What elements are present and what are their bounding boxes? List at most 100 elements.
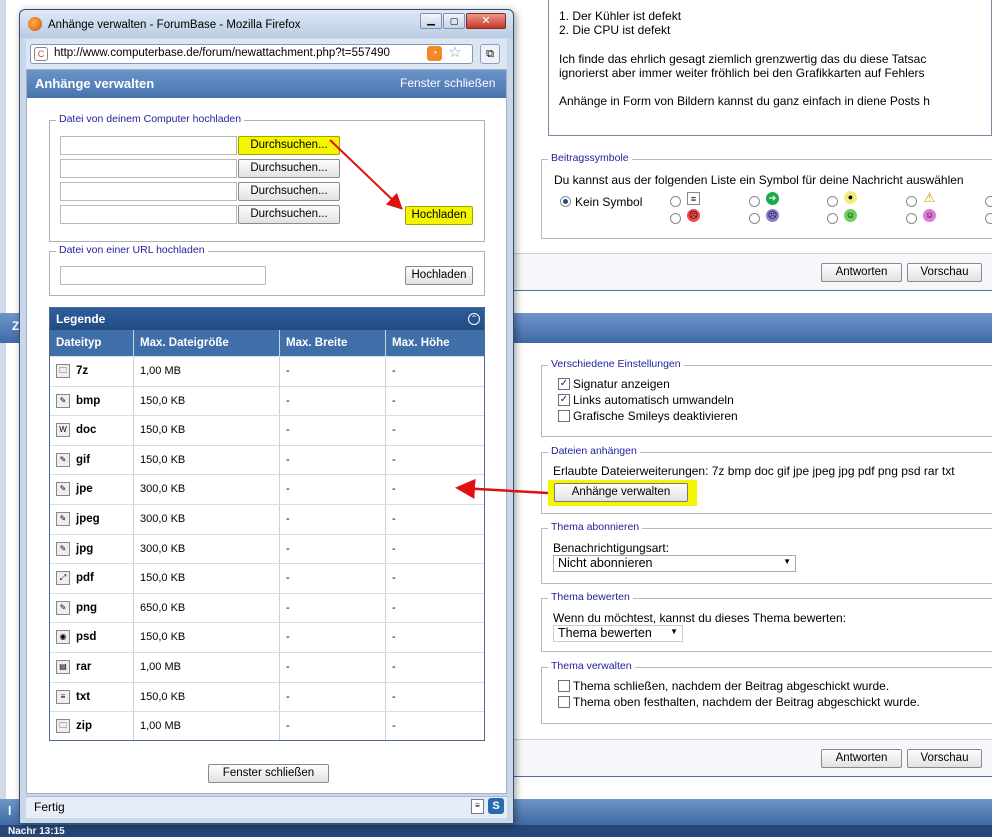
radio-symbol[interactable]	[749, 196, 760, 207]
links-checkbox[interactable]: ✓	[558, 394, 570, 406]
happy-smiley-icon[interactable]: ☺	[923, 209, 936, 222]
browse-button-2[interactable]: Durchsuchen...	[238, 159, 340, 178]
close-window-bottom-button[interactable]: Fenster schließen	[208, 764, 329, 783]
table-row: ✎ gif 150,0 KB - -	[50, 444, 484, 475]
festhalten-checkbox[interactable]	[558, 696, 570, 708]
browse-button-1[interactable]: Durchsuchen...	[238, 136, 340, 155]
bottom-subheader-text: Nachr 13:15	[8, 826, 65, 837]
warning-icon[interactable]: ⚠	[923, 191, 936, 204]
file-type-cell: ✎ jpeg	[56, 505, 100, 534]
preview-button[interactable]: Vorschau	[907, 263, 982, 282]
image-icon: ✎	[56, 511, 70, 526]
post-line: 1. Der Kühler ist defekt	[559, 9, 682, 23]
sad-smiley-icon[interactable]: ☹	[766, 209, 779, 222]
max-size-cell: 150,0 KB	[140, 631, 186, 644]
url-input[interactable]	[60, 266, 266, 285]
angry-smiley-icon[interactable]: ☹	[687, 209, 700, 222]
anhaenge-verwalten-button[interactable]: Anhänge verwalten	[554, 483, 688, 502]
radio-symbol[interactable]	[670, 213, 681, 224]
minimize-button[interactable]: ▁	[420, 13, 442, 29]
file-type-cell: 🗀 7z	[56, 357, 88, 386]
rss-icon[interactable]: ◔	[427, 46, 442, 61]
bewerten-select[interactable]: Thema bewerten ▼	[553, 625, 683, 642]
browse-button-4[interactable]: Durchsuchen...	[238, 205, 340, 224]
text-icon: ≡	[56, 689, 70, 704]
column-header[interactable]: Max. Höhe	[392, 337, 450, 349]
status-bar	[26, 796, 507, 818]
file-type-label: zip	[76, 720, 92, 733]
max-width-cell: -	[286, 483, 290, 496]
max-width-cell: -	[286, 690, 290, 703]
bewerten-value: Thema bewerten	[558, 626, 652, 640]
max-width-cell: -	[286, 572, 290, 585]
benachrichtigung-select[interactable]: Nicht abonnieren ▼	[553, 555, 796, 572]
radio-symbol[interactable]	[906, 213, 917, 224]
file-type-label: jpg	[76, 542, 94, 555]
file-input-3[interactable]	[60, 182, 237, 201]
rar-icon: ▤	[56, 659, 70, 674]
file-input-2[interactable]	[60, 159, 237, 178]
column-header[interactable]: Dateityp	[56, 337, 101, 349]
screens-icon[interactable]: ⧉	[480, 44, 500, 64]
close-link[interactable]: Fenster schließen	[400, 76, 495, 90]
image-icon: ✎	[56, 393, 70, 408]
close-window-button[interactable]: ✕	[466, 13, 506, 29]
radio-symbol[interactable]	[985, 213, 992, 224]
max-size-cell: 1,00 MB	[140, 661, 181, 673]
upload-local-legend: Datei von deinem Computer hochladen	[56, 113, 245, 125]
post-line: 2. Die CPU ist defekt	[559, 23, 671, 37]
image-icon: ✎	[56, 600, 70, 615]
smileys-checkbox[interactable]	[558, 410, 570, 422]
file-input-4[interactable]	[60, 205, 237, 224]
file-type-label: bmp	[76, 394, 101, 407]
legende-table: Legende ⌃ Dateityp Max. Dateigröße Max. …	[49, 307, 485, 741]
post-line: ignorierst aber immer weiter fröhlich be…	[559, 66, 925, 80]
preview-button-bottom[interactable]: Vorschau	[907, 749, 982, 768]
schliessen-label: Thema schließen, nachdem der Beitrag abg…	[573, 679, 890, 693]
radio-symbol[interactable]	[985, 196, 992, 207]
image-icon: ✎	[56, 482, 70, 497]
radio-symbol[interactable]	[906, 196, 917, 207]
radio-kein-symbol[interactable]	[560, 196, 571, 207]
schliessen-checkbox[interactable]	[558, 680, 570, 692]
arrow-right-icon[interactable]: ➔	[766, 192, 779, 205]
links-label: Links automatisch umwandeln	[573, 393, 734, 407]
beitragssymbole-legend: Beitragssymbole	[548, 152, 632, 164]
file-type-cell: ✎ jpg	[56, 535, 93, 564]
maximize-button[interactable]: ▢	[443, 13, 465, 29]
max-size-cell: 150,0 KB	[140, 394, 186, 407]
column-header[interactable]: Max. Dateigröße	[140, 337, 229, 349]
upload-url-button[interactable]: Hochladen	[405, 266, 473, 285]
column-header[interactable]: Max. Breite	[286, 337, 347, 349]
max-height-cell: -	[392, 631, 396, 644]
browse-button-3[interactable]: Durchsuchen...	[238, 182, 340, 201]
signatur-checkbox[interactable]: ✓	[558, 378, 570, 390]
max-size-cell: 150,0 KB	[140, 453, 186, 466]
max-size-cell: 300,0 KB	[140, 483, 186, 496]
collapse-icon[interactable]: ⌃	[468, 313, 480, 325]
reply-button-bottom[interactable]: Antworten	[821, 749, 902, 768]
max-height-cell: -	[392, 365, 396, 377]
lightbulb-icon[interactable]: ●	[844, 191, 857, 204]
max-size-cell: 150,0 KB	[140, 424, 186, 437]
file-type-cell: ≡ txt	[56, 683, 90, 712]
skype-icon[interactable]: S	[488, 798, 504, 814]
file-input-1[interactable]	[60, 136, 237, 155]
upload-local-button[interactable]: Hochladen	[405, 206, 473, 225]
table-row: Wdoc 150,0 KB - -	[50, 415, 484, 445]
radio-symbol[interactable]	[827, 196, 838, 207]
note-icon[interactable]: ≡	[687, 192, 700, 205]
max-size-cell: 150,0 KB	[140, 690, 186, 703]
table-row: ✎ jpe 300,0 KB - -	[50, 474, 484, 504]
dateien-text: Erlaubte Dateierweiterungen: 7z bmp doc …	[553, 464, 955, 478]
reply-button[interactable]: Antworten	[821, 263, 902, 282]
radio-symbol[interactable]	[749, 213, 760, 224]
file-type-label: jpeg	[76, 513, 100, 525]
site-icon: C	[34, 47, 48, 61]
grin-smiley-icon[interactable]: ☺	[844, 209, 857, 222]
radio-symbol[interactable]	[670, 196, 681, 207]
max-width-cell: -	[286, 365, 290, 377]
left-border	[0, 0, 6, 837]
bookmark-star-icon[interactable]: ☆	[447, 44, 463, 62]
radio-symbol[interactable]	[827, 213, 838, 224]
